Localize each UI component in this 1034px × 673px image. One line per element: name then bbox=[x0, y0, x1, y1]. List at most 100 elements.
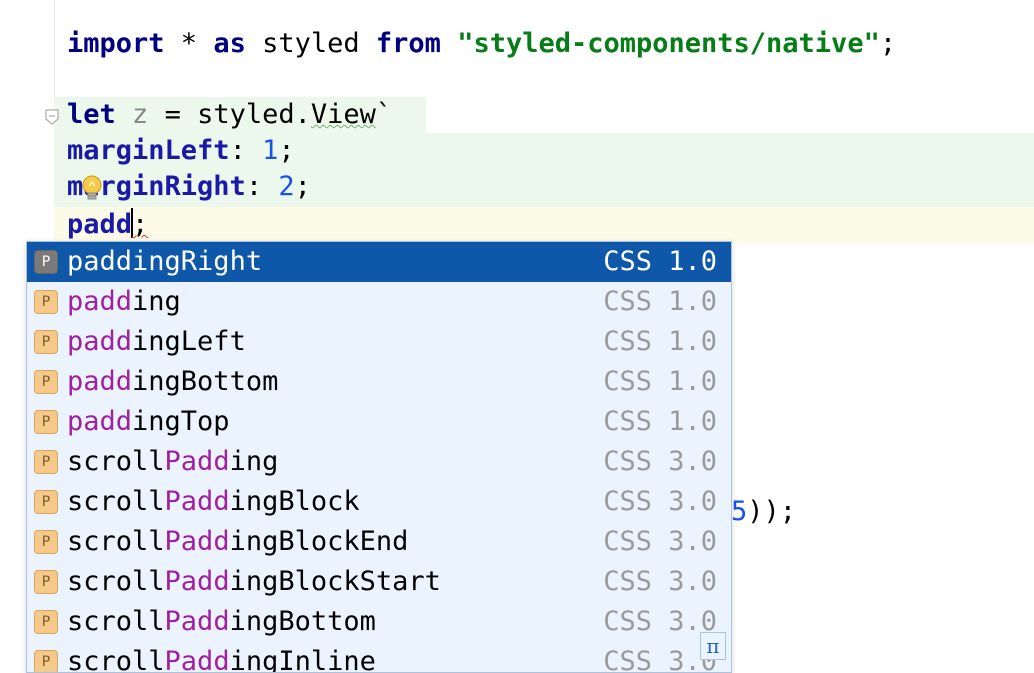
variable-name: z bbox=[132, 99, 149, 130]
completion-item[interactable]: PscrollPaddingBlockStart CSS 3.0 bbox=[27, 562, 731, 602]
completion-item-label: scrollPaddingBottom bbox=[67, 602, 376, 642]
pi-toggle-button[interactable]: π bbox=[700, 632, 726, 660]
completion-item-label: scrollPaddingBlock bbox=[67, 482, 360, 522]
label-rest: ingLeft bbox=[132, 326, 246, 357]
completion-item-label: scrollPaddingBlockStart bbox=[67, 562, 441, 602]
code-text: * bbox=[164, 28, 214, 59]
code-line-margin-left[interactable]: marginLeft: 1; bbox=[67, 133, 295, 169]
code-text: )); bbox=[747, 496, 797, 527]
label-rest: ingRight bbox=[132, 246, 263, 277]
label-prefix: scroll bbox=[67, 606, 165, 637]
completion-item-label: scrollPaddingBlockEnd bbox=[67, 522, 408, 562]
completion-item[interactable]: PpaddingTop CSS 1.0 bbox=[27, 402, 731, 442]
completion-item-type: CSS 1.0 bbox=[603, 366, 717, 397]
label-match: Padd bbox=[164, 566, 230, 597]
view-identifier: View bbox=[310, 99, 376, 130]
completion-item[interactable]: PscrollPaddingInline CSS 3.0 bbox=[27, 642, 731, 672]
property-icon: P bbox=[34, 330, 58, 354]
completion-item-type: CSS 1.0 bbox=[603, 246, 717, 277]
code-text: ; bbox=[132, 209, 149, 240]
completion-item-label: paddingTop bbox=[67, 402, 230, 442]
property-icon: P bbox=[34, 570, 58, 594]
label-match: padd bbox=[67, 326, 133, 357]
code-line-let[interactable]: let z = styled.View` bbox=[67, 97, 392, 133]
completion-item-type: CSS 3.0 bbox=[603, 526, 717, 557]
completion-item[interactable]: PscrollPadding CSS 3.0 bbox=[27, 442, 731, 482]
label-rest: ingBottom bbox=[132, 366, 279, 397]
keyword: import bbox=[67, 28, 165, 59]
completion-item-type: CSS 1.0 bbox=[603, 326, 717, 357]
current-line-highlight bbox=[54, 207, 1034, 243]
completion-item[interactable]: PscrollPaddingBlockEnd CSS 3.0 bbox=[27, 522, 731, 562]
property-icon: P bbox=[34, 370, 58, 394]
label-prefix: scroll bbox=[67, 566, 165, 597]
code-text: ` bbox=[375, 99, 393, 130]
code-line-typing[interactable]: padd; bbox=[67, 207, 148, 243]
code-text: ; bbox=[278, 135, 295, 166]
code-text: styled bbox=[245, 28, 376, 59]
property-icon: P bbox=[34, 410, 58, 434]
completion-item[interactable]: PscrollPaddingBottom CSS 3.0 bbox=[27, 602, 731, 642]
label-match: padd bbox=[67, 286, 133, 317]
property-icon: P bbox=[34, 290, 58, 314]
label-rest: ing bbox=[229, 446, 279, 477]
code-text: ; bbox=[879, 28, 897, 59]
label-prefix: scroll bbox=[67, 526, 165, 557]
completion-item[interactable]: PscrollPaddingBlock CSS 3.0 bbox=[27, 482, 731, 522]
completion-item[interactable]: PpaddingLeft CSS 1.0 bbox=[27, 322, 731, 362]
completion-item-type: CSS 3.0 bbox=[603, 446, 717, 477]
property-icon: P bbox=[34, 610, 58, 634]
code-line-partial[interactable]: 5)); bbox=[731, 494, 796, 530]
keyword: let bbox=[67, 99, 116, 130]
property-icon: P bbox=[34, 450, 58, 474]
label-prefix: scroll bbox=[67, 486, 165, 517]
number-literal: 1 bbox=[262, 135, 279, 166]
label-match: padd bbox=[67, 366, 133, 397]
lightbulb-icon[interactable] bbox=[80, 174, 104, 204]
completion-item-type: CSS 1.0 bbox=[603, 286, 717, 317]
property-icon: P bbox=[34, 250, 58, 274]
completion-item[interactable]: PpaddingBottom CSS 1.0 bbox=[27, 362, 731, 402]
label-prefix: scroll bbox=[67, 446, 165, 477]
label-rest: ing bbox=[132, 286, 181, 317]
completion-item-type: CSS 3.0 bbox=[603, 566, 717, 597]
label-match: padd bbox=[67, 246, 133, 277]
completion-item-label: scrollPaddingInline bbox=[67, 642, 376, 672]
code-text: : bbox=[229, 135, 263, 166]
number-literal: 5 bbox=[731, 496, 748, 527]
code-text: ; bbox=[294, 171, 311, 202]
keyword: from bbox=[375, 28, 441, 59]
completion-item-type: CSS 1.0 bbox=[603, 406, 717, 437]
label-match: Padd bbox=[164, 486, 230, 517]
number-literal: 2 bbox=[278, 171, 295, 202]
code-line-import[interactable]: import * as styled from "styled-componen… bbox=[67, 26, 896, 62]
label-rest: ingBlockStart bbox=[229, 566, 441, 597]
code-text: : bbox=[245, 171, 279, 202]
completion-item[interactable]: PpaddingRight CSS 1.0 bbox=[27, 242, 731, 282]
css-property: marginLeft bbox=[67, 135, 230, 166]
completion-item-label: paddingBottom bbox=[67, 362, 278, 402]
code-text: = styled. bbox=[148, 99, 311, 130]
property-icon: P bbox=[34, 490, 58, 514]
label-rest: ingTop bbox=[132, 406, 230, 437]
completion-popup[interactable]: PpaddingRight CSS 1.0 Ppadding CSS 1.0 Ppadd… bbox=[26, 241, 732, 673]
completion-item-label: padding bbox=[67, 282, 181, 322]
completion-item[interactable]: Ppadding CSS 1.0 bbox=[27, 282, 731, 322]
completion-item-type: CSS 3.0 bbox=[603, 486, 717, 517]
completion-item-label: paddingLeft bbox=[67, 322, 246, 362]
keyword: as bbox=[213, 28, 246, 59]
fold-marker-icon[interactable] bbox=[45, 109, 59, 125]
string-literal: "styled-components/native" bbox=[457, 28, 880, 59]
label-rest: ingBottom bbox=[229, 606, 376, 637]
completion-item-label: paddingRight bbox=[67, 242, 262, 282]
label-rest: ingBlock bbox=[229, 486, 360, 517]
label-match: Padd bbox=[164, 526, 230, 557]
label-match: padd bbox=[67, 406, 133, 437]
label-rest: ingBlockEnd bbox=[229, 526, 409, 557]
typed-text: padd bbox=[67, 209, 133, 240]
property-icon: P bbox=[34, 530, 58, 554]
property-icon: P bbox=[34, 650, 58, 672]
label-match: Padd bbox=[164, 606, 230, 637]
